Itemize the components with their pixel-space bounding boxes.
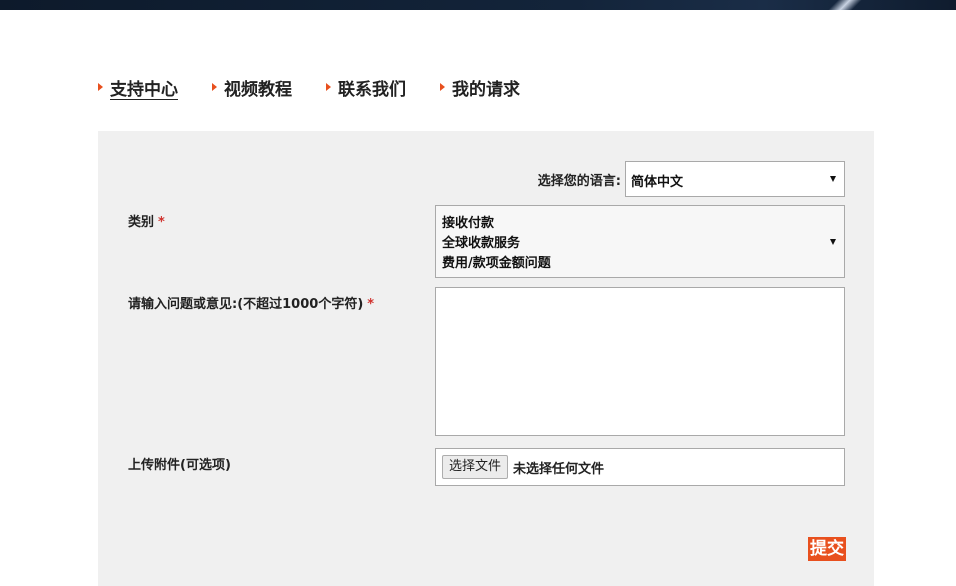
language-selected-value: 简体中文 xyxy=(631,175,684,190)
triangle-right-icon xyxy=(440,83,445,91)
triangle-right-icon xyxy=(212,83,217,91)
question-label-text: 请输入问题或意见:(不超过1000个字符) xyxy=(128,297,364,312)
category-option[interactable]: 全球收款服务 xyxy=(442,234,844,254)
category-option[interactable]: 接收付款 xyxy=(442,214,844,234)
question-textarea[interactable] xyxy=(435,287,845,436)
category-option[interactable]: 费用/款项金额问题 xyxy=(442,254,844,274)
triangle-right-icon xyxy=(98,83,103,91)
tab-support-center[interactable]: 支持中心 xyxy=(98,75,178,100)
question-label: 请输入问题或意见:(不超过1000个字符) * xyxy=(128,291,388,319)
caret-down-icon xyxy=(830,238,836,245)
top-banner xyxy=(0,0,956,10)
language-select[interactable]: 简体中文 xyxy=(625,161,845,197)
file-upload-field: 选择文件 未选择任何文件 xyxy=(435,448,845,486)
tab-label: 视频教程 xyxy=(224,79,292,100)
category-label-text: 类别 xyxy=(128,215,155,230)
tab-label: 联系我们 xyxy=(338,79,406,100)
file-status-text: 未选择任何文件 xyxy=(513,461,605,477)
language-label: 选择您的语言: xyxy=(537,173,621,189)
attachment-label: 上传附件(可选项) xyxy=(128,458,231,473)
support-nav-tabs: 支持中心 视频教程 联系我们 我的请求 xyxy=(98,74,554,100)
required-mark: * xyxy=(367,297,375,312)
choose-file-button[interactable]: 选择文件 xyxy=(442,455,509,479)
category-select[interactable]: 接收付款 全球收款服务 费用/款项金额问题 xyxy=(435,205,845,278)
caret-down-icon xyxy=(830,176,836,182)
banner-glint xyxy=(826,0,866,10)
tab-label: 支持中心 xyxy=(110,79,178,100)
submit-button[interactable]: 提交 xyxy=(808,537,846,561)
tab-my-requests[interactable]: 我的请求 xyxy=(440,75,520,100)
tab-label: 我的请求 xyxy=(452,79,520,100)
triangle-right-icon xyxy=(326,83,331,91)
language-row: 选择您的语言: 简体中文 xyxy=(98,161,845,197)
category-label: 类别 * xyxy=(128,209,165,237)
required-mark: * xyxy=(158,215,165,230)
tab-video-tutorials[interactable]: 视频教程 xyxy=(212,75,292,100)
support-form-panel: 选择您的语言: 简体中文 类别 * 接收付款 全球收款服务 费用/款项金额问题 请… xyxy=(98,131,874,586)
tab-contact-us[interactable]: 联系我们 xyxy=(326,75,406,100)
